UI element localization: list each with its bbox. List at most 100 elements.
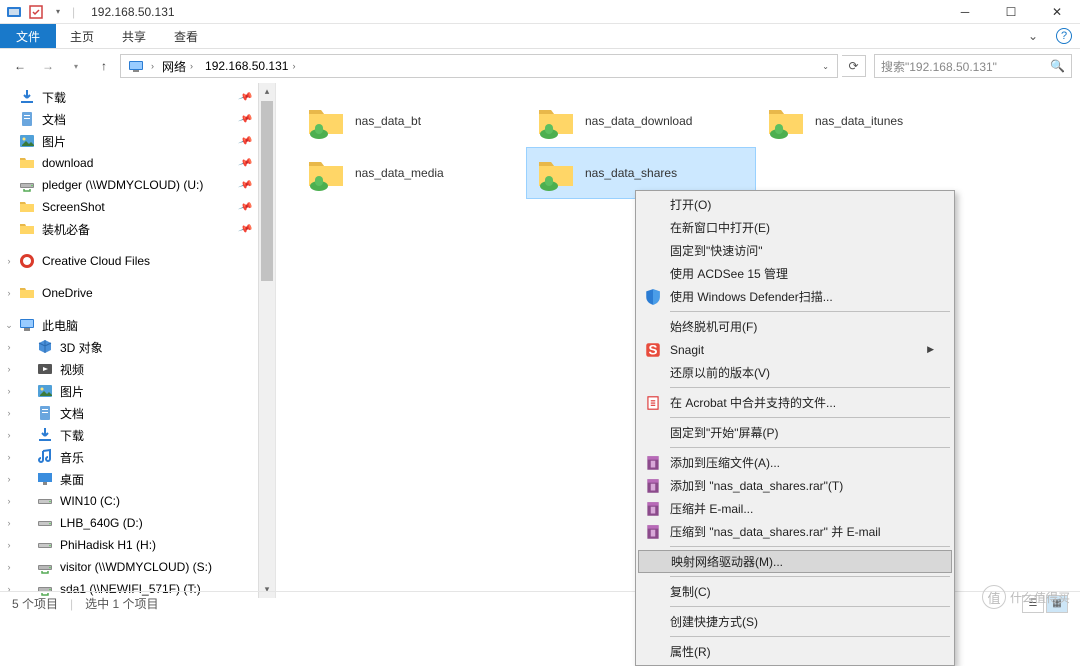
address-bar[interactable]: › 网络› 192.168.50.131› ⌄ xyxy=(120,54,838,78)
menu-item[interactable]: 映射网络驱动器(M)... xyxy=(638,550,952,573)
menu-item[interactable]: 添加到 "nas_data_shares.rar"(T) xyxy=(638,474,952,497)
defender-icon xyxy=(644,288,662,306)
tree-item[interactable]: ›图片 xyxy=(0,380,275,402)
expand-icon[interactable]: › xyxy=(4,364,14,374)
tree-item[interactable]: ScreenShot📌 xyxy=(0,196,275,218)
expand-icon[interactable]: › xyxy=(4,408,14,418)
breadcrumb-host[interactable]: 192.168.50.131› xyxy=(199,55,301,77)
tree-item[interactable]: › PhiHadisk H1 (H:) xyxy=(0,534,275,556)
menu-item[interactable]: 使用 ACDSee 15 管理 xyxy=(638,262,952,285)
menu-item[interactable]: 复制(C) xyxy=(638,580,952,603)
expand-icon[interactable]: › xyxy=(4,518,14,528)
tree-item[interactable]: ›桌面 xyxy=(0,468,275,490)
tree-item[interactable]: › 音乐 xyxy=(0,446,275,468)
tree-item[interactable]: ⌄ 此电脑 xyxy=(0,314,275,336)
expand-icon[interactable]: › xyxy=(4,474,14,484)
view-icons-button[interactable]: ▦ xyxy=(1046,595,1068,613)
expand-icon[interactable]: › xyxy=(4,386,14,396)
expand-icon[interactable]: › xyxy=(4,540,14,550)
acrobat-icon xyxy=(644,394,662,412)
scroll-thumb[interactable] xyxy=(261,101,273,281)
file-item[interactable]: nas_data_bt xyxy=(296,95,526,147)
qat-properties-icon[interactable] xyxy=(28,4,44,20)
recent-locations-icon[interactable]: ▾ xyxy=(64,54,88,78)
menu-item-label: 映射网络驱动器(M)... xyxy=(671,553,783,570)
menu-item[interactable]: 固定到"快速访问" xyxy=(638,239,952,262)
menu-item[interactable]: 打开(O) xyxy=(638,193,952,216)
tree-item[interactable]: ›Creative Cloud Files xyxy=(0,250,275,272)
tree-item[interactable]: › 文档 xyxy=(0,402,275,424)
qat-dropdown-icon[interactable]: ▾ xyxy=(50,4,66,20)
expand-icon[interactable]: › xyxy=(4,452,14,462)
breadcrumb-network[interactable]: 网络› xyxy=(156,55,199,77)
menu-item[interactable]: 压缩并 E-mail... xyxy=(638,497,952,520)
view-details-button[interactable]: ☰ xyxy=(1022,595,1044,613)
menu-item[interactable]: SSnagit▶ xyxy=(638,338,952,361)
up-button[interactable]: ↑ xyxy=(92,54,116,78)
expand-icon[interactable]: › xyxy=(4,562,14,572)
tree-item[interactable]: ›3D 对象 xyxy=(0,336,275,358)
tree-item[interactable]: ›WIN10 (C:) xyxy=(0,490,275,512)
tree-item[interactable]: 装机必备📌 xyxy=(0,218,275,240)
tree-item[interactable]: 文档📌 xyxy=(0,108,275,130)
expand-icon[interactable]: › xyxy=(4,496,14,506)
refresh-button[interactable]: ⟳ xyxy=(842,55,866,77)
file-item[interactable]: nas_data_media xyxy=(296,147,526,199)
menu-item[interactable]: 还原以前的版本(V) xyxy=(638,361,952,384)
menu-item[interactable]: 始终脱机可用(F) xyxy=(638,315,952,338)
tree-item-label: 文档 xyxy=(60,405,84,422)
tree-item[interactable]: pledger (\\WDMYCLOUD) (U:)📌 xyxy=(0,174,275,196)
address-dropdown-icon[interactable]: ⌄ xyxy=(816,62,835,71)
menu-item[interactable]: 固定到"开始"屏幕(P) xyxy=(638,421,952,444)
forward-button[interactable]: → xyxy=(36,54,60,78)
file-item[interactable]: nas_data_itunes xyxy=(756,95,986,147)
tab-home[interactable]: 主页 xyxy=(56,24,108,48)
menu-item[interactable]: 创建快捷方式(S) xyxy=(638,610,952,633)
search-box[interactable]: 搜索"192.168.50.131" 🔍 xyxy=(874,54,1072,78)
tree-item[interactable]: ›visitor (\\WDMYCLOUD) (S:) xyxy=(0,556,275,578)
help-icon[interactable]: ? xyxy=(1056,28,1072,44)
expand-icon[interactable]: › xyxy=(4,430,14,440)
download-icon xyxy=(18,88,36,106)
tree-item[interactable]: ›视频 xyxy=(0,358,275,380)
tab-view[interactable]: 查看 xyxy=(160,24,212,48)
expand-icon[interactable]: › xyxy=(4,256,14,266)
menu-item[interactable]: 使用 Windows Defender扫描... xyxy=(638,285,952,308)
close-button[interactable]: ✕ xyxy=(1034,0,1080,24)
pic-icon xyxy=(36,382,54,400)
tree-item[interactable]: ›LHB_640G (D:) xyxy=(0,512,275,534)
menu-item-label: 添加到 "nas_data_shares.rar"(T) xyxy=(670,477,843,494)
tree-item[interactable]: 下载📌 xyxy=(0,86,275,108)
file-name: nas_data_media xyxy=(355,166,444,180)
expand-icon[interactable]: › xyxy=(4,342,14,352)
tab-share[interactable]: 共享 xyxy=(108,24,160,48)
minimize-button[interactable]: ─ xyxy=(942,0,988,24)
menu-item[interactable]: 在新窗口中打开(E) xyxy=(638,216,952,239)
back-button[interactable]: ← xyxy=(8,54,32,78)
file-item[interactable]: nas_data_download xyxy=(526,95,756,147)
menu-item-label: 属性(R) xyxy=(670,643,711,660)
tree-item-label: 音乐 xyxy=(60,449,84,466)
menu-item[interactable]: 添加到压缩文件(A)... xyxy=(638,451,952,474)
maximize-button[interactable]: ☐ xyxy=(988,0,1034,24)
menu-item-label: 复制(C) xyxy=(670,583,711,600)
tree-item-label: PhiHadisk H1 (H:) xyxy=(60,538,156,552)
menu-item[interactable]: 在 Acrobat 中合并支持的文件... xyxy=(638,391,952,414)
expand-icon[interactable]: ⌄ xyxy=(4,320,14,331)
ribbon-expand-icon[interactable]: ⌄ xyxy=(1018,24,1048,48)
tree-item[interactable]: ›下载 xyxy=(0,424,275,446)
tree-item[interactable]: download📌 xyxy=(0,152,275,174)
file-tab[interactable]: 文件 xyxy=(0,24,56,48)
menu-item[interactable]: 压缩到 "nas_data_shares.rar" 并 E-mail xyxy=(638,520,952,543)
menu-item[interactable]: 属性(R) xyxy=(638,640,952,663)
tree-item[interactable]: ›OneDrive xyxy=(0,282,275,304)
shared-folder-icon xyxy=(305,100,347,142)
expand-icon[interactable]: › xyxy=(4,288,14,298)
netdrive-icon xyxy=(36,558,54,576)
chevron-right-icon[interactable]: › xyxy=(149,61,156,71)
tree-item[interactable]: 图片📌 xyxy=(0,130,275,152)
tree-item-label: 此电脑 xyxy=(42,317,78,334)
scroll-up-icon[interactable]: ▴ xyxy=(259,83,275,100)
navigation-tree[interactable]: 下载📌文档📌图片📌download📌pledger (\\WDMYCLOUD) … xyxy=(0,83,276,598)
tree-scrollbar[interactable]: ▴ ▾ xyxy=(258,83,275,598)
